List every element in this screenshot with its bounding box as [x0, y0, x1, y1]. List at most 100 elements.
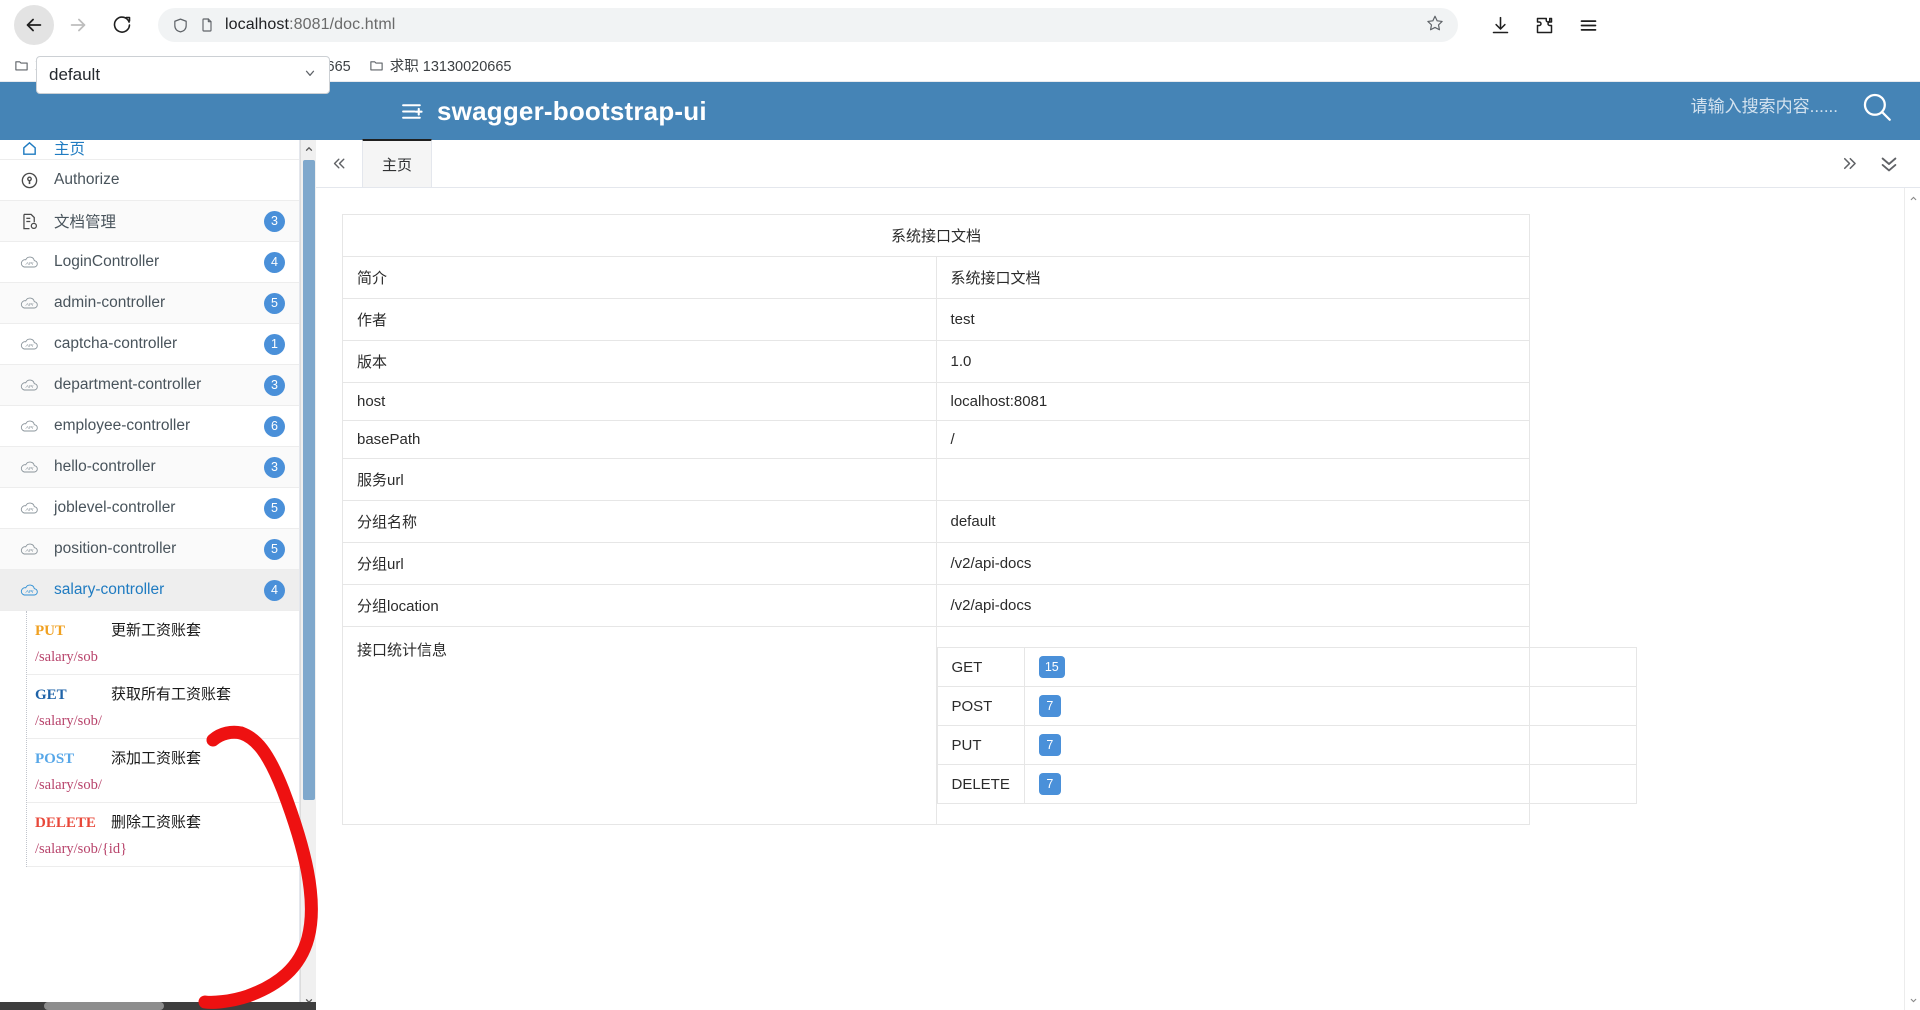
arrow-right-icon	[70, 18, 86, 32]
table-row: basePath /	[342, 420, 1530, 459]
endpoint-list: PUT 更新工资账套 /salary/sob GET 获取所有工资账套 /sal…	[26, 611, 299, 867]
search-icon[interactable]	[1860, 90, 1894, 124]
main-scrollbar[interactable]	[1904, 188, 1920, 1010]
sidebar-item-count: 5	[264, 292, 285, 314]
row-key: host	[342, 382, 937, 421]
bookmark-label: 求职 13130020665	[389, 59, 512, 75]
sidebar-item-logincontroller[interactable]: API LoginController 4	[0, 242, 299, 283]
sidebar-scroll-thumb[interactable]	[303, 160, 315, 800]
sidebar-item-captcha-controller[interactable]: API captcha-controller 1	[0, 324, 299, 365]
endpoint-method: POST	[35, 751, 75, 767]
main-panel: 主页 系统接口文档 简介 系统接口文档 作者 test 版本 1.0 host …	[316, 139, 1920, 1010]
table-row: 分组location /v2/api-docs	[342, 584, 1530, 627]
search-input[interactable]	[1608, 97, 1838, 117]
sidebar-item-label: admin-controller	[54, 294, 166, 311]
bookmark-star-button[interactable]	[1426, 14, 1444, 37]
row-key: 作者	[342, 298, 937, 341]
row-key: 分组location	[342, 584, 937, 627]
stat-badge: 15	[1038, 656, 1065, 678]
downloads-button[interactable]	[1480, 5, 1520, 45]
sidebar-scrollbar[interactable]	[300, 140, 316, 1010]
endpoint-item[interactable]: DELETE 删除工资账套 /salary/sob/{id}	[27, 803, 299, 867]
row-value: /v2/api-docs	[935, 584, 1530, 627]
reload-button[interactable]	[102, 5, 142, 45]
sidebar-item-hello-controller[interactable]: API hello-controller 3	[0, 447, 299, 488]
sidebar-item-admin-controller[interactable]: API admin-controller 5	[0, 283, 299, 324]
extensions-button[interactable]	[1524, 5, 1564, 45]
page-icon	[202, 18, 212, 32]
tab-bar: 主页	[316, 139, 1920, 188]
tab-home[interactable]: 主页	[362, 139, 432, 187]
swagger-app: default swagger-bootstrap-ui 请输入搜索内容....…	[0, 56, 1920, 1010]
svg-text:API: API	[24, 465, 33, 471]
sidebar-item-label: salary-controller	[54, 581, 165, 598]
sidebar-item-position-controller[interactable]: API position-controller 5	[0, 529, 299, 570]
row-key: 服务url	[342, 458, 937, 501]
group-select[interactable]: default	[36, 56, 330, 94]
api-cloud-icon: API	[18, 457, 40, 478]
sidebar-horizontal-scrollbar[interactable]	[0, 1002, 316, 1010]
scroll-down-icon[interactable]	[1905, 992, 1920, 1008]
api-cloud-icon: API	[18, 416, 40, 437]
group-select-value: default	[49, 65, 101, 84]
app-header: default swagger-bootstrap-ui	[0, 56, 1920, 140]
table-row: PUT 7	[936, 725, 1637, 765]
browser-toolbar: localhost:8081/doc.html	[0, 0, 1920, 50]
row-value: 1.0	[935, 340, 1530, 383]
scroll-up-icon[interactable]	[301, 140, 317, 158]
sidebar-item-department-controller[interactable]: API department-controller 3	[0, 365, 299, 406]
bookmark-star-icon	[1427, 15, 1443, 30]
sidebar-hscroll-thumb[interactable]	[44, 1002, 164, 1010]
address-bar[interactable]: localhost:8081/doc.html	[158, 8, 1458, 42]
sidebar-item-employee-controller[interactable]: API employee-controller 6	[0, 406, 299, 447]
double-chevron-right-icon	[1843, 157, 1856, 170]
shield-icon	[174, 18, 187, 32]
sidebar-item-label: joblevel-controller	[54, 499, 176, 516]
doc-info-table: 系统接口文档 简介 系统接口文档 作者 test 版本 1.0 host loc…	[342, 214, 1637, 825]
scroll-up-icon[interactable]	[1905, 190, 1920, 206]
sidebar-item-doc-manage[interactable]: 文档管理 3	[0, 201, 299, 242]
endpoint-item[interactable]: POST 添加工资账套 /salary/sob/	[27, 739, 299, 803]
stat-count-cell: 15	[1023, 647, 1637, 687]
api-cloud-icon: API	[18, 375, 40, 396]
sidebar-item-joblevel-controller[interactable]: API joblevel-controller 5	[0, 488, 299, 529]
sidebar-item-count: 4	[264, 251, 285, 273]
stat-method: GET	[936, 647, 1025, 687]
row-value: /v2/api-docs	[935, 542, 1530, 585]
expand-tabs-button[interactable]	[1832, 140, 1866, 188]
svg-text:API: API	[24, 342, 33, 348]
collapse-tabs-button[interactable]	[316, 140, 362, 187]
sidebar-item-count: 5	[264, 538, 285, 560]
svg-text:API: API	[24, 506, 33, 512]
sidebar-item-label: LoginController	[54, 253, 160, 270]
table-row: 版本 1.0	[342, 340, 1530, 383]
endpoint-method: DELETE	[35, 815, 96, 831]
api-stats-table: GET 15 POST 7 PUT 7 DELETE 7	[936, 647, 1637, 804]
sidebar-item-label: 主页	[54, 141, 86, 158]
row-value: /	[935, 420, 1530, 459]
endpoint-item[interactable]: PUT 更新工资账套 /salary/sob	[27, 611, 299, 675]
table-row: 服务url	[342, 458, 1530, 501]
table-row: 系统接口文档	[342, 214, 1530, 257]
browser-menu-button[interactable]	[1568, 5, 1608, 45]
sidebar-item-label: department-controller	[54, 376, 202, 393]
sidebar-item-authorize[interactable]: Authorize	[0, 160, 299, 201]
tabs-dropdown-button[interactable]	[1872, 140, 1906, 188]
sidebar-item-count: 1	[264, 333, 285, 355]
row-value: default	[935, 500, 1530, 543]
sidebar-item-label: position-controller	[54, 540, 177, 557]
endpoint-summary: 更新工资账套	[111, 622, 202, 639]
tab-label: 主页	[381, 156, 412, 174]
sidebar-item-label: Authorize	[54, 171, 120, 188]
endpoint-item[interactable]: GET 获取所有工资账套 /salary/sob/	[27, 675, 299, 739]
svg-text:API: API	[24, 301, 33, 307]
sidebar-item-salary-controller[interactable]: API salary-controller 4	[0, 570, 299, 611]
forward-button[interactable]	[58, 5, 98, 45]
sidebar-item-label: 文档管理	[54, 214, 117, 231]
folder-icon	[369, 58, 384, 73]
sidebar-item-home[interactable]: 主页	[0, 140, 299, 160]
bookmark-item[interactable]: 求职 13130020665	[369, 55, 512, 76]
endpoint-path: /salary/sob/{id}	[35, 841, 128, 857]
menu-list-icon	[400, 99, 425, 124]
back-button[interactable]	[14, 5, 54, 45]
